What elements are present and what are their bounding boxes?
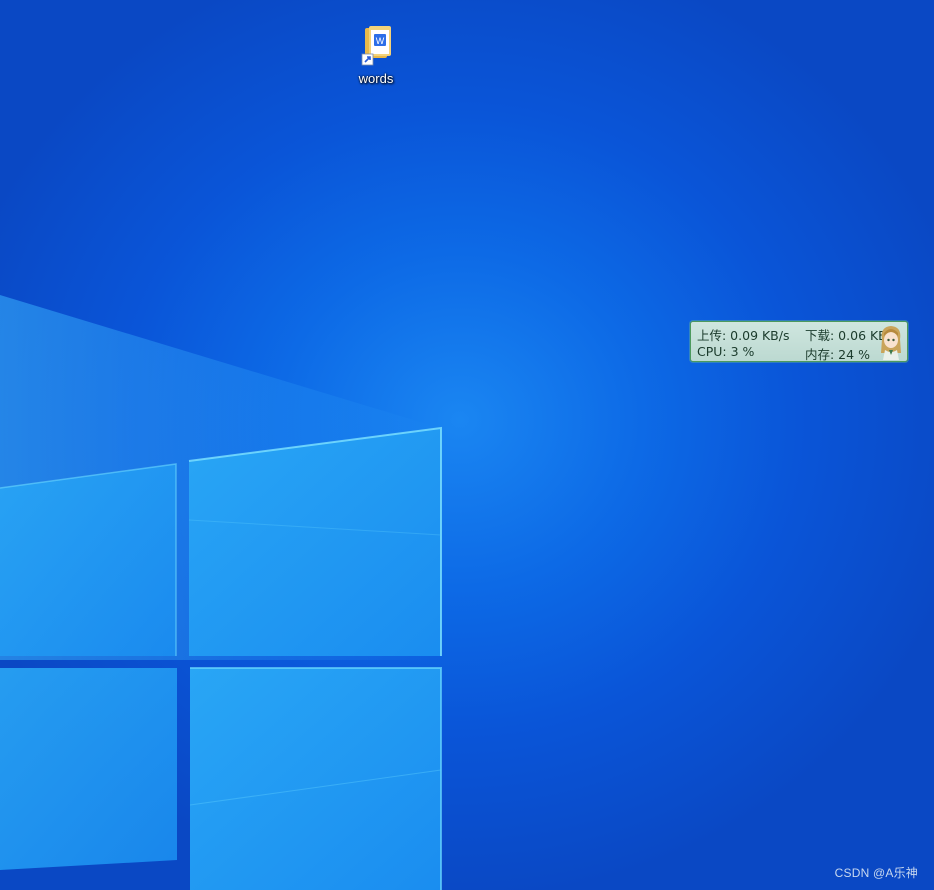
traffic-monitor-widget[interactable]: 上传: 0.09 KB/s 下载: 0.06 KB/s CPU: 3 % 内存:… [690,321,908,362]
desktop-icon-label: words [358,71,394,86]
desktop-icon-words[interactable]: W words [346,24,406,94]
windows-logo-wallpaper [0,295,442,890]
cpu-usage: CPU: 3 % [697,344,755,359]
anime-character-icon [881,326,901,360]
memory-usage: 内存: 24 % [805,347,870,362]
svg-text:W: W [376,36,385,46]
upload-speed: 上传: 0.09 KB/s [697,328,790,343]
desktop[interactable]: W words 上传: 0.09 KB/s 下载: 0.06 KB/s CPU:… [0,0,934,890]
csdn-watermark: CSDN @A乐神 [834,866,918,880]
wps-document-folder-shortcut-icon: W [356,24,396,70]
